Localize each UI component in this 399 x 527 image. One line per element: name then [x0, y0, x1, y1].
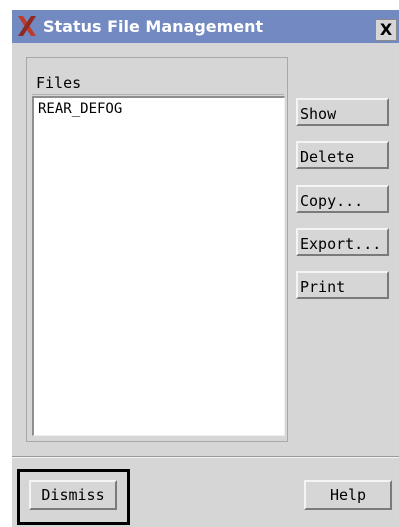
window-title: Status File Management — [43, 17, 264, 36]
delete-button[interactable]: Delete — [296, 141, 389, 169]
files-header-divider — [32, 94, 284, 95]
dismiss-button[interactable]: Dismiss — [29, 480, 117, 510]
help-button[interactable]: Help — [304, 480, 392, 510]
status-file-management-window: Status File Management X Files REAR_DEFO… — [12, 10, 399, 527]
show-button[interactable]: Show — [296, 98, 389, 126]
footer-separator-highlight — [12, 457, 399, 458]
close-button[interactable]: X — [375, 19, 397, 41]
files-list[interactable]: REAR_DEFOG — [32, 96, 285, 436]
print-button[interactable]: Print — [296, 271, 389, 299]
files-column-header: Files — [36, 74, 82, 92]
list-item[interactable]: REAR_DEFOG — [38, 101, 122, 117]
x-logo-icon[interactable] — [16, 15, 38, 37]
export-button[interactable]: Export... — [296, 228, 389, 256]
title-bar[interactable]: Status File Management — [12, 10, 399, 43]
copy-button[interactable]: Copy... — [296, 185, 389, 213]
close-icon: X — [379, 20, 393, 39]
